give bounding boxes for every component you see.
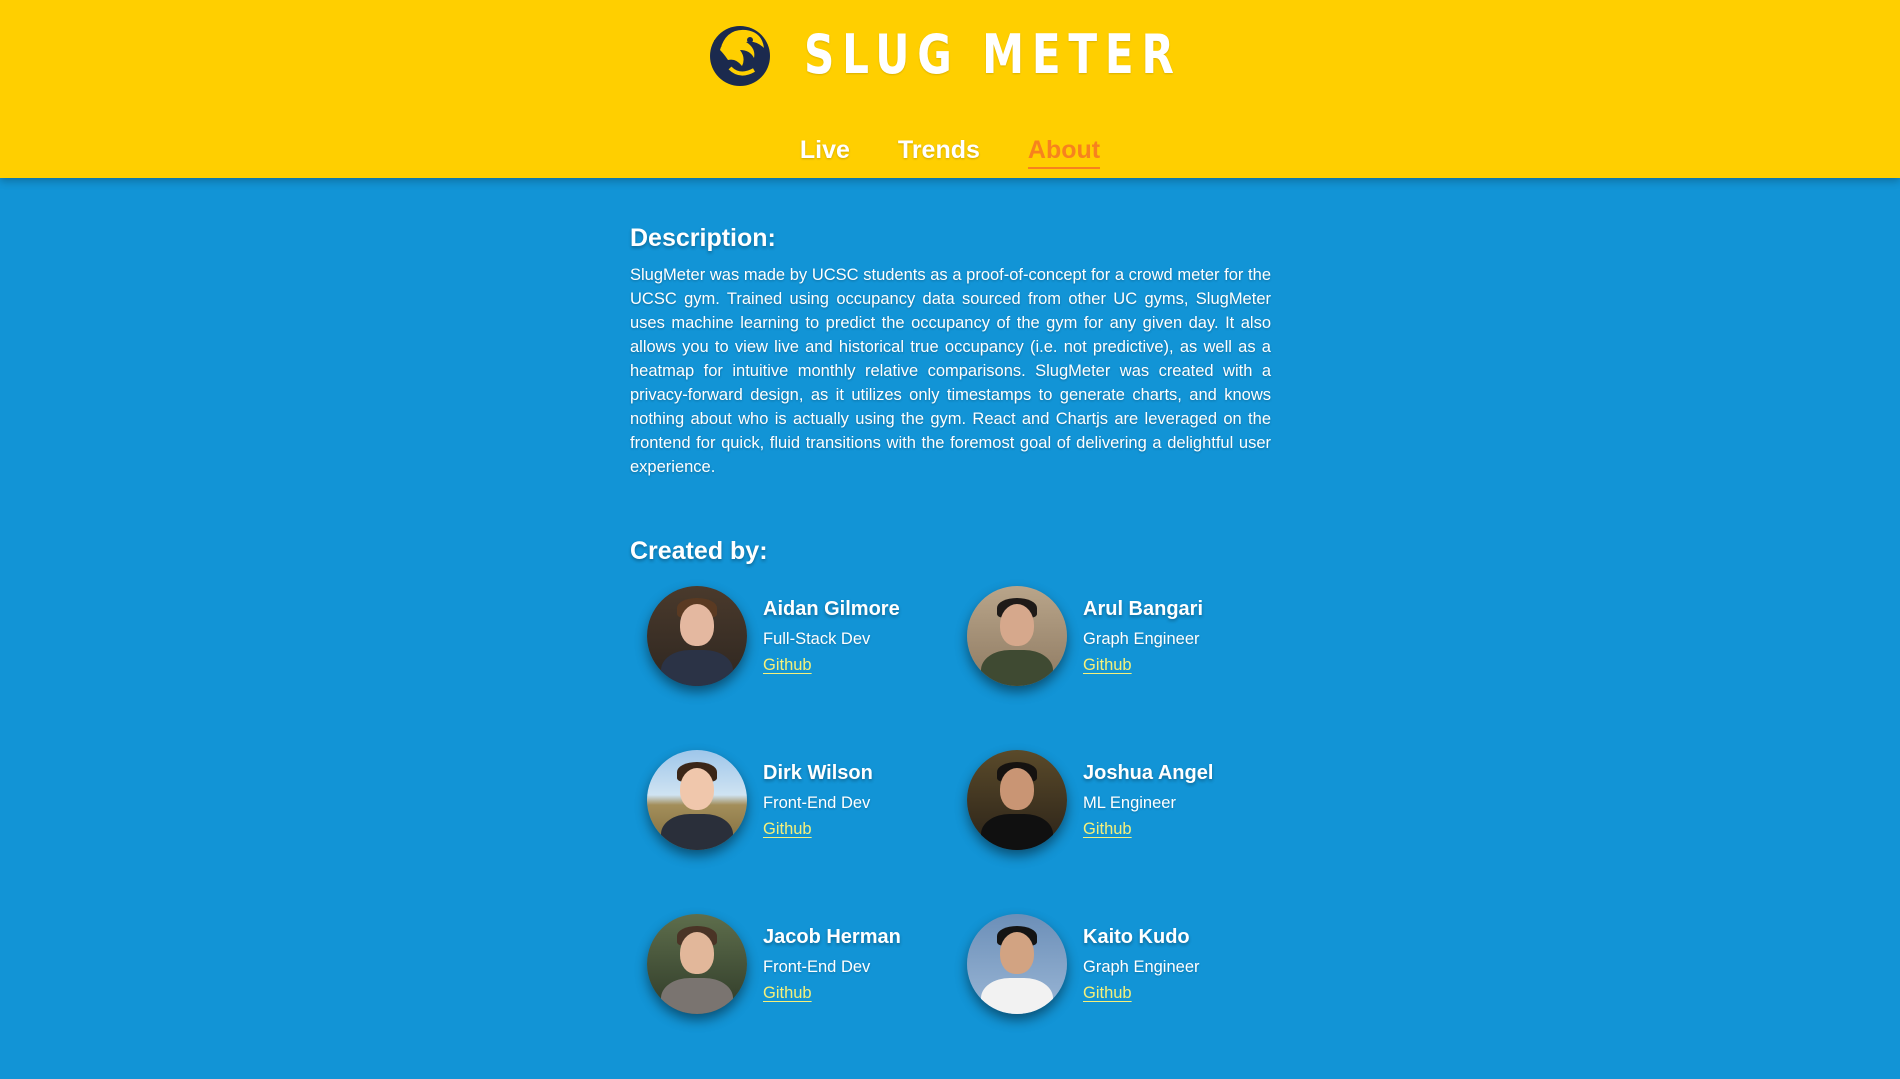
github-link[interactable]: Github xyxy=(1083,820,1213,839)
team-member: Kaito Kudo Graph Engineer Github xyxy=(950,914,1270,1014)
avatar xyxy=(967,750,1067,850)
avatar xyxy=(647,750,747,850)
github-link[interactable]: Github xyxy=(1083,984,1200,1003)
created-by-heading: Created by: xyxy=(630,537,768,565)
avatar xyxy=(967,586,1067,686)
main-nav: Live Trends About xyxy=(0,136,1900,169)
site-title[interactable]: SLUG METER xyxy=(804,23,1174,86)
team-member: Dirk Wilson Front-End Dev Github xyxy=(630,750,950,850)
member-role: Graph Engineer xyxy=(1083,629,1200,648)
logo-row: SLUG METER xyxy=(0,20,1900,88)
nav-live[interactable]: Live xyxy=(800,136,850,169)
member-role: Full-Stack Dev xyxy=(763,629,871,648)
github-link[interactable]: Github xyxy=(1083,656,1203,675)
member-name: Dirk Wilson xyxy=(763,761,873,784)
team-member: Joshua Angel ML Engineer Github xyxy=(950,750,1270,850)
team-grid: Aidan Gilmore Full-Stack Dev Github Arul… xyxy=(630,586,1271,1014)
avatar xyxy=(647,914,747,1014)
nav-trends[interactable]: Trends xyxy=(898,136,980,169)
description-heading: Description: xyxy=(630,224,776,252)
github-link[interactable]: Github xyxy=(763,820,873,839)
slug-mascot-icon[interactable] xyxy=(706,20,774,88)
nav-about[interactable]: About xyxy=(1027,136,1101,169)
github-link[interactable]: Github xyxy=(763,984,901,1003)
member-name: Aidan Gilmore xyxy=(763,597,900,620)
avatar xyxy=(967,914,1067,1014)
member-role: ML Engineer xyxy=(1083,793,1176,812)
avatar xyxy=(647,586,747,686)
description-text: SlugMeter was made by UCSC students as a… xyxy=(630,266,1271,476)
team-member: Arul Bangari Graph Engineer Github xyxy=(950,586,1270,686)
team-member: Jacob Herman Front-End Dev Github xyxy=(630,914,950,1014)
member-name: Arul Bangari xyxy=(1083,597,1204,620)
member-name: Jacob Herman xyxy=(763,925,901,948)
about-content: Description: SlugMeter was made by UCSC … xyxy=(630,224,1271,1014)
team-member: Aidan Gilmore Full-Stack Dev Github xyxy=(630,586,950,686)
site-header: SLUG METER Live Trends About xyxy=(0,0,1900,178)
member-role: Front-End Dev xyxy=(763,957,871,976)
member-role: Graph Engineer xyxy=(1083,957,1200,976)
member-name: Kaito Kudo xyxy=(1083,925,1190,948)
member-name: Joshua Angel xyxy=(1083,761,1214,784)
member-role: Front-End Dev xyxy=(763,793,871,812)
github-link[interactable]: Github xyxy=(763,656,900,675)
